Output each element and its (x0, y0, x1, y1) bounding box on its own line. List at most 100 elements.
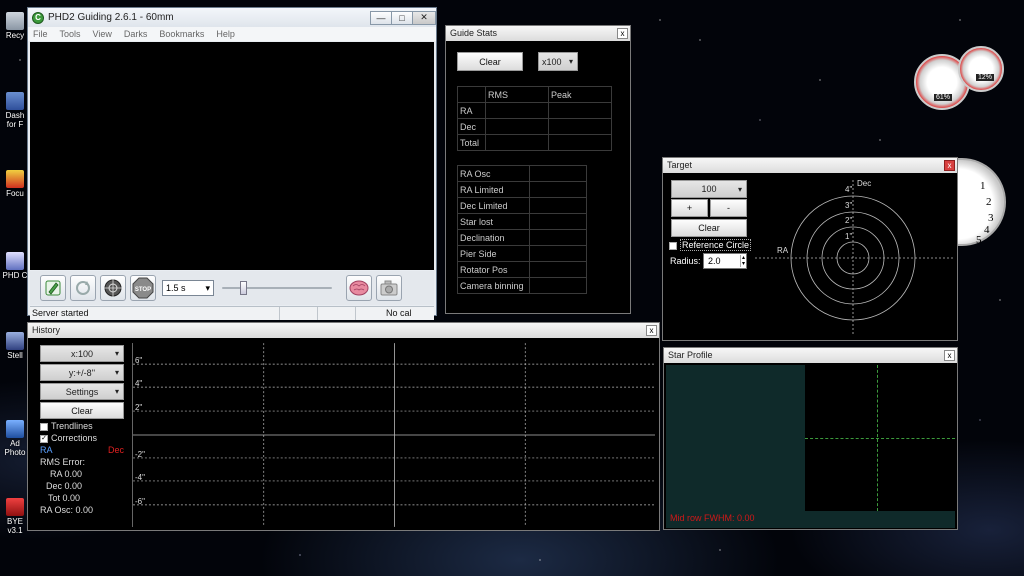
menu-view[interactable]: View (93, 29, 112, 39)
app-icon (6, 170, 24, 188)
ring-label-4: 4" (845, 185, 852, 194)
status-message: Server started (30, 307, 280, 320)
rms-error-label: RMS Error: (40, 457, 85, 467)
dec-rms-value: Dec 0.00 (46, 481, 83, 491)
ra-osc-value: RA Osc: 0.00 (40, 505, 94, 515)
y-tick-label: 4" (135, 379, 142, 388)
exposure-duration-select[interactable]: 1.5 s ▾ (162, 280, 214, 296)
stop-octagon-icon: STOP (132, 277, 154, 299)
zoom-in-button[interactable]: + (671, 199, 708, 217)
desktop-icon-bye[interactable]: BYE v3.1 (0, 498, 30, 535)
ring-label-2: 2" (845, 216, 852, 225)
desktop-icon-photoshop[interactable]: Ad Photo (0, 420, 30, 457)
memory-gauge: 12% (958, 46, 1004, 92)
menu-darks[interactable]: Darks (124, 29, 148, 39)
app-icon (6, 92, 24, 110)
checkbox-unchecked-icon (669, 241, 677, 250)
x-scale-select[interactable]: x:100 (40, 345, 124, 362)
menu-file[interactable]: File (33, 29, 48, 39)
maximize-button[interactable]: □ (391, 10, 413, 25)
recycle-bin-icon (6, 12, 24, 30)
y-tick-label: 2" (135, 403, 142, 412)
connect-gear-button[interactable] (40, 275, 66, 301)
table-row: RA Limited (457, 181, 587, 198)
target-zoom-select[interactable]: 100 (671, 180, 747, 198)
main-window: C PHD2 Guiding 2.6.1 - 60mm — □ ✕ File T… (27, 7, 437, 320)
table-row: RMS Peak (457, 86, 612, 103)
corrections-checkbox[interactable]: ✓ Corrections (40, 433, 97, 443)
radius-label: Radius: (670, 256, 701, 266)
history-title[interactable]: History (28, 323, 659, 338)
calibration-button[interactable] (376, 275, 402, 301)
table-row: RA (457, 102, 612, 119)
trendlines-checkbox[interactable]: Trendlines (40, 421, 93, 431)
app-icon (6, 420, 24, 438)
checkbox-unchecked-icon (40, 422, 48, 431)
menu-bookmarks[interactable]: Bookmarks (159, 29, 204, 39)
dec-axis-label: Dec (857, 179, 871, 188)
chevron-down-icon: ▾ (205, 282, 210, 293)
y-tick-label: -6" (135, 497, 145, 506)
table-row: Dec Limited (457, 197, 587, 214)
menu-tools[interactable]: Tools (60, 29, 81, 39)
star-profile-title[interactable]: Star Profile (664, 348, 957, 363)
window-title: PHD2 Guiding 2.6.1 - 60mm (48, 12, 174, 23)
loop-button[interactable] (70, 275, 96, 301)
star-zoom-view (805, 365, 955, 511)
star-profile-pane: Star Profile x Mid row FWHM: 0.00 (663, 347, 958, 530)
guide-stats-scale-select[interactable]: x100 (538, 52, 578, 71)
y-scale-select[interactable]: y:+/-8'' (40, 364, 124, 381)
app-icon (6, 498, 24, 516)
close-button[interactable]: ✕ (412, 10, 436, 25)
table-row: Total (457, 134, 612, 151)
status-cell (318, 307, 356, 320)
y-tick-label: -4" (135, 473, 145, 482)
table-row: Dec (457, 118, 612, 135)
main-title-bar[interactable]: C PHD2 Guiding 2.6.1 - 60mm — □ ✕ (28, 8, 436, 27)
menu-help[interactable]: Help (216, 29, 235, 39)
y-tick-label: -2" (135, 450, 145, 459)
brain-settings-button[interactable] (346, 275, 372, 301)
desktop-icon-recycle[interactable]: Recy (0, 12, 30, 40)
guide-info-table: RA Osc RA Limited Dec Limited Star lost … (457, 165, 587, 294)
target-clear-button[interactable]: Clear (671, 219, 747, 237)
camera-image-display[interactable] (30, 42, 434, 270)
desktop-icon-focus[interactable]: Focu (0, 170, 30, 198)
rms-table: RMS Peak RA Dec Total (457, 86, 612, 151)
target-plot: Dec RA 4" 3" 2" 1" (755, 179, 953, 334)
desktop-icon-stellarium[interactable]: Stell (0, 332, 30, 360)
reference-circle-checkbox[interactable]: Reference Circle (669, 239, 752, 251)
history-clear-button[interactable]: Clear (40, 402, 124, 419)
desktop-icon-dash[interactable]: Dash for F (0, 92, 30, 129)
spinner-arrows-icon[interactable]: ▴ ▾ (739, 255, 746, 267)
zoom-out-button[interactable]: - (710, 199, 747, 217)
ra-axis-label: RA (777, 246, 789, 255)
guide-stats-close-icon[interactable]: x (617, 28, 628, 39)
guide-stats-clear-button[interactable]: Clear (457, 52, 523, 71)
table-row: RA Osc (457, 165, 587, 182)
star-profile-close-icon[interactable]: x (944, 350, 955, 361)
loop-icon (76, 281, 90, 295)
total-rms-value: Tot 0.00 (48, 493, 81, 503)
history-settings-select[interactable]: Settings (40, 383, 124, 400)
radius-spinner[interactable]: 2.0 ▴ ▾ (703, 253, 747, 269)
guide-stats-title[interactable]: Guide Stats (446, 26, 630, 41)
minimize-button[interactable]: — (370, 10, 392, 25)
table-row: Declination (457, 229, 587, 246)
ring-label-3: 3" (845, 201, 852, 210)
fwhm-readout: Mid row FWHM: 0.00 (670, 513, 755, 523)
cpu-percent: 61% (934, 94, 953, 101)
gamma-slider[interactable] (222, 281, 332, 295)
history-close-icon[interactable]: x (646, 325, 657, 336)
desktop-icon-phd[interactable]: PHD C (0, 252, 30, 280)
crosshair-target-icon (104, 279, 122, 297)
table-row: Star lost (457, 213, 587, 230)
table-row: Rotator Pos (457, 261, 587, 278)
slider-thumb[interactable] (240, 281, 247, 295)
target-title[interactable]: Target (663, 158, 957, 173)
target-close-icon[interactable]: x (944, 160, 955, 171)
history-graph[interactable]: 6" 4" 2" -2" -4" -6" (132, 343, 655, 527)
stop-button[interactable]: STOP (130, 275, 156, 301)
ra-rms-value: RA 0.00 (50, 469, 83, 479)
auto-select-star-button[interactable] (100, 275, 126, 301)
